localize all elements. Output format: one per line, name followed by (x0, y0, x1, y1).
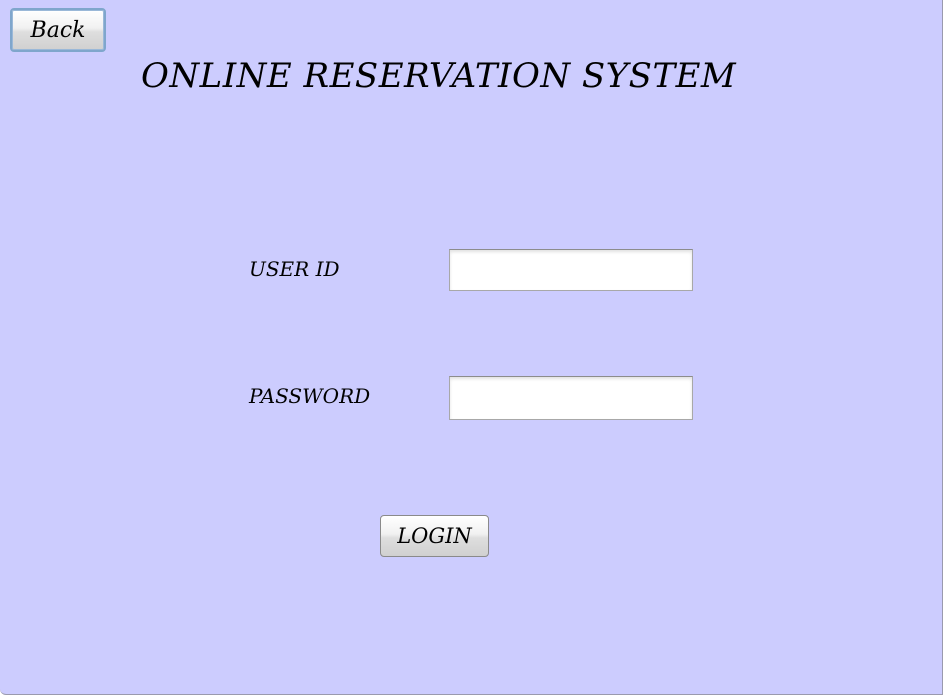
password-label: PASSWORD (249, 384, 371, 408)
login-window: Back ONLINE RESERVATION SYSTEM USER ID P… (0, 0, 943, 695)
password-field[interactable] (449, 376, 693, 420)
login-button[interactable]: LOGIN (380, 515, 489, 557)
user-id-label: USER ID (249, 257, 340, 281)
user-id-field[interactable] (449, 249, 693, 291)
page-title: ONLINE RESERVATION SYSTEM (141, 56, 737, 96)
back-button[interactable]: Back (10, 8, 106, 52)
